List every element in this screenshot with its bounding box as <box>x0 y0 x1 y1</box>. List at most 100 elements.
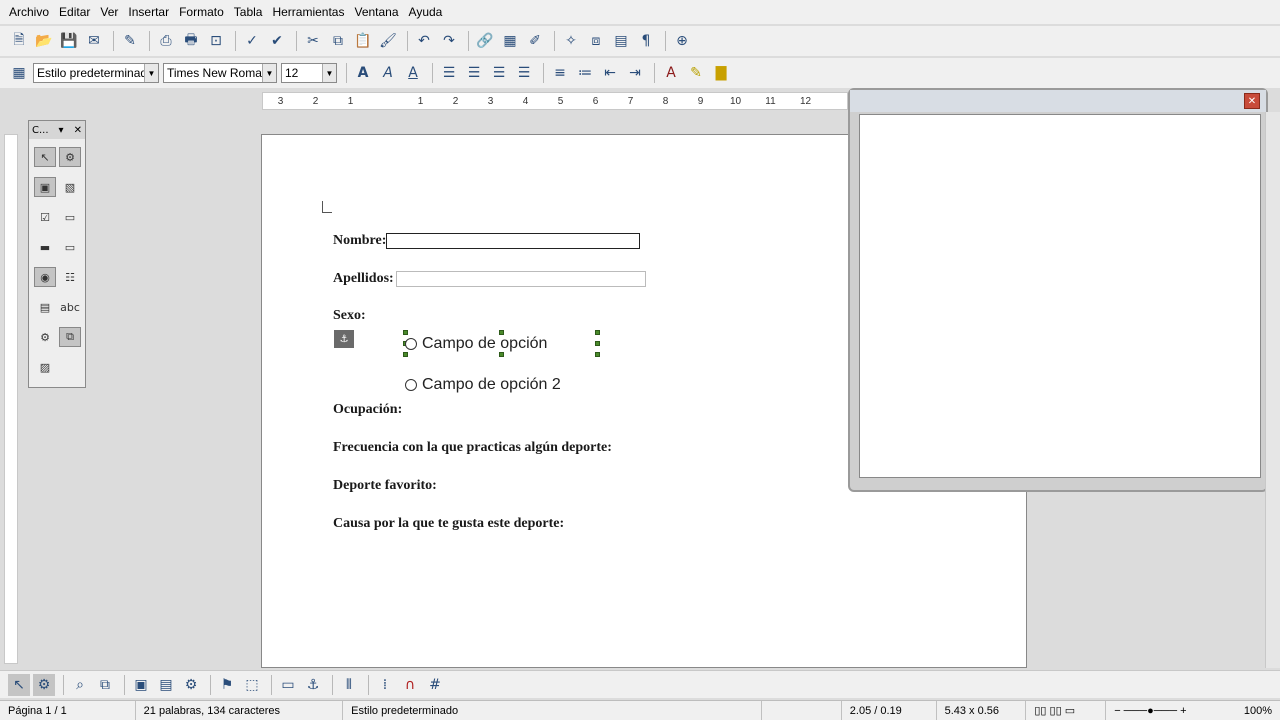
print-icon[interactable]: 🖶 <box>180 30 202 52</box>
form-navigator-icon[interactable]: ⧉ <box>59 327 81 347</box>
clone-format-icon[interactable]: 🖌 <box>377 30 399 52</box>
spellcheck-icon[interactable]: ✓ <box>241 30 263 52</box>
email-icon[interactable]: ✉ <box>83 30 105 52</box>
cut-icon[interactable]: ✂ <box>302 30 324 52</box>
chevron-down-icon[interactable]: ▾ <box>59 125 64 136</box>
align-right-icon[interactable]: ☰ <box>488 62 510 84</box>
formatted-field-icon[interactable]: ▭ <box>59 237 81 257</box>
snap-icon[interactable]: ∩ <box>399 674 421 696</box>
list-box-icon[interactable]: ☷ <box>59 267 81 287</box>
control-icon[interactable]: ▭ <box>277 674 299 696</box>
vertical-scrollbar[interactable] <box>1265 112 1280 668</box>
selection-handle[interactable] <box>595 341 600 346</box>
background-color-icon[interactable]: ▇ <box>710 62 732 84</box>
form-controls-titlebar[interactable]: C... ▾ ✕ <box>29 121 85 139</box>
design-mode-icon[interactable]: ⚙ <box>33 673 55 696</box>
redo-icon[interactable]: ↷ <box>438 30 460 52</box>
status-zoom[interactable]: 100% <box>1236 701 1280 720</box>
status-page-style[interactable]: Estilo predeterminado <box>343 701 762 720</box>
bold-icon[interactable]: A <box>352 62 374 84</box>
underline-icon[interactable]: A <box>402 62 424 84</box>
select-icon[interactable]: ↖ <box>8 673 30 696</box>
increase-indent-icon[interactable]: ⇥ <box>624 62 646 84</box>
status-page[interactable]: Página 1 / 1 <box>0 701 136 720</box>
bullets-icon[interactable]: ≔ <box>574 62 596 84</box>
tab-order-icon[interactable]: ▤ <box>155 674 177 696</box>
font-size-select[interactable]: 12 ▼ <box>281 63 337 83</box>
hyperlink-icon[interactable]: 🔗 <box>474 30 496 52</box>
paragraph-style-select[interactable]: Estilo predeterminado ▼ <box>33 63 159 83</box>
wizards-icon[interactable]: ▨ <box>34 357 56 377</box>
radio-option-2[interactable]: Campo de opción 2 <box>405 376 561 394</box>
text-box-icon[interactable]: ▭ <box>59 207 81 227</box>
close-icon[interactable]: ✕ <box>1244 93 1260 109</box>
horizontal-ruler[interactable]: 3 2 1 1 2 3 4 5 6 7 8 9 10 11 12 <box>262 92 848 110</box>
menu-herramientas[interactable]: Herramientas <box>267 5 349 19</box>
vertical-ruler[interactable] <box>4 134 18 664</box>
helplines-icon[interactable]: # <box>424 674 446 696</box>
form-navigator-icon[interactable]: ⧉ <box>94 674 116 696</box>
decrease-indent-icon[interactable]: ⇤ <box>599 62 621 84</box>
menu-ayuda[interactable]: Ayuda <box>404 5 448 19</box>
menu-tabla[interactable]: Tabla <box>229 5 268 19</box>
selection-handle[interactable] <box>595 352 600 357</box>
italic-icon[interactable]: A <box>377 62 399 84</box>
zoom-icon[interactable]: ⌕ <box>69 674 91 696</box>
menu-ver[interactable]: Ver <box>95 5 123 19</box>
status-word-count[interactable]: 21 palabras, 134 caracteres <box>136 701 344 720</box>
grid-icon[interactable]: ⁞ <box>374 674 396 696</box>
save-icon[interactable]: 💾 <box>58 30 80 52</box>
position-size-icon[interactable]: ⬚ <box>241 674 263 696</box>
more-controls-icon[interactable]: ⚙ <box>34 327 56 347</box>
open-folder-icon[interactable]: 📂 <box>33 30 55 52</box>
apellidos-text-field[interactable] <box>396 271 646 287</box>
data-sources-icon[interactable]: ▤ <box>610 30 632 52</box>
open-design-mode-icon[interactable]: ⚙ <box>180 674 202 696</box>
chevron-down-icon[interactable]: ▼ <box>144 64 158 82</box>
option-button-icon[interactable]: ◉ <box>34 267 56 287</box>
menu-insertar[interactable]: Insertar <box>123 5 174 19</box>
autospellcheck-icon[interactable]: ✔ <box>266 30 288 52</box>
anchor-icon[interactable]: ⚓ <box>334 330 354 348</box>
radio-circle[interactable] <box>405 338 417 350</box>
panel-body[interactable] <box>859 114 1261 478</box>
push-button-icon[interactable]: ▬ <box>34 237 56 257</box>
navigator-icon[interactable]: ✧ <box>560 30 582 52</box>
radio-option-1[interactable]: Campo de opción <box>405 335 547 353</box>
undo-icon[interactable]: ↶ <box>413 30 435 52</box>
help-icon[interactable]: ⊕ <box>671 30 693 52</box>
chevron-down-icon[interactable]: ▼ <box>322 64 336 82</box>
show-draw-icon[interactable]: ✐ <box>524 30 546 52</box>
form-design-icon[interactable]: ▣ <box>34 177 56 197</box>
align-icon[interactable]: ⫴ <box>338 674 360 696</box>
checkbox-icon[interactable]: ☑ <box>34 207 56 227</box>
label-field-icon[interactable]: abc <box>59 297 81 317</box>
close-icon[interactable]: ✕ <box>74 125 82 136</box>
export-pdf-icon[interactable]: ⎙ <box>155 30 177 52</box>
styles-icon[interactable]: ▦ <box>8 62 30 84</box>
chevron-down-icon[interactable]: ▼ <box>262 64 276 82</box>
nombre-text-field[interactable] <box>386 233 640 249</box>
selection-handle[interactable] <box>595 330 600 335</box>
numbering-icon[interactable]: ≡ <box>549 62 571 84</box>
menu-ventana[interactable]: Ventana <box>349 5 403 19</box>
add-field-icon[interactable]: ▣ <box>130 674 152 696</box>
combo-box-icon[interactable]: ▤ <box>34 297 56 317</box>
font-color-icon[interactable]: A <box>660 62 682 84</box>
highlight-icon[interactable]: ✎ <box>685 62 707 84</box>
justify-icon[interactable]: ☰ <box>513 62 535 84</box>
copy-icon[interactable]: ⧉ <box>327 30 349 52</box>
anchor-icon[interactable]: ⚓ <box>302 674 324 696</box>
gallery-icon[interactable]: ⧈ <box>585 30 607 52</box>
formatting-marks-icon[interactable]: ¶ <box>635 30 657 52</box>
select-icon[interactable]: ↖ <box>34 147 56 167</box>
table-icon[interactable]: ▦ <box>499 30 521 52</box>
panel-titlebar[interactable]: ✕ <box>850 90 1266 112</box>
align-center-icon[interactable]: ☰ <box>463 62 485 84</box>
auto-focus-icon[interactable]: ⚑ <box>216 674 238 696</box>
control-properties-icon[interactable]: ▧ <box>59 177 81 197</box>
font-name-select[interactable]: Times New Roman ▼ <box>163 63 277 83</box>
zoom-slider[interactable]: − ───●─── + <box>1106 701 1236 720</box>
align-left-icon[interactable]: ☰ <box>438 62 460 84</box>
edit-file-icon[interactable]: ✎ <box>119 30 141 52</box>
